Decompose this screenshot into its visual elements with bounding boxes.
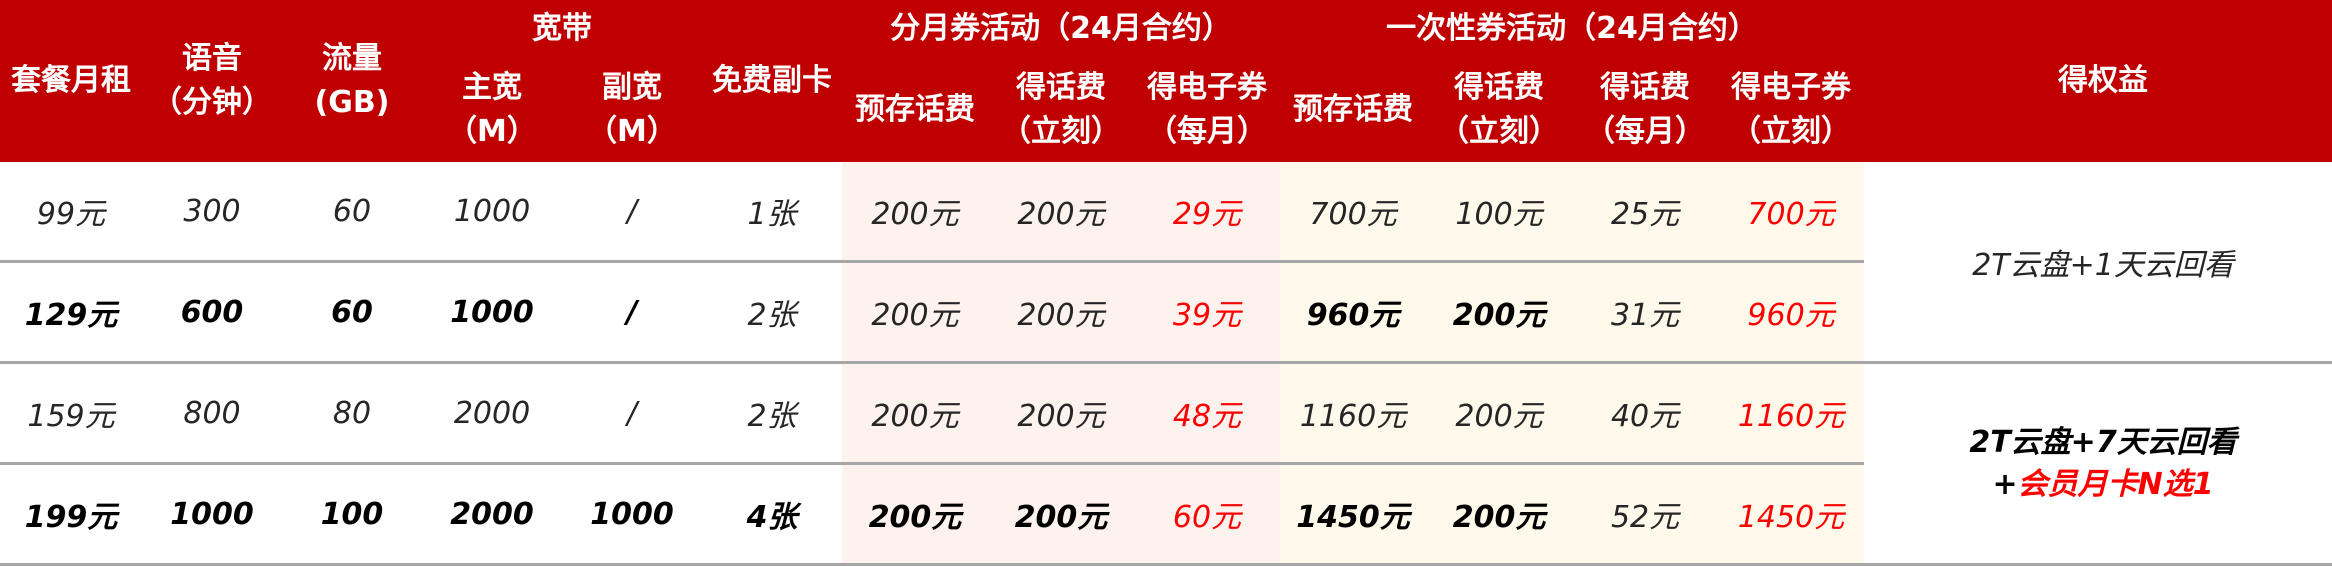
- header-get-fee-2: 得话费 （立刻）: [1426, 58, 1573, 162]
- cell-get-fee-3: 40元: [1572, 362, 1719, 465]
- cell-get-fee-3: 31元: [1572, 261, 1719, 364]
- cell-ecoupon-2: 1450元: [1718, 463, 1865, 566]
- header-onetime-coupon: 一次性券活动（24月合约）: [1280, 0, 1865, 58]
- cell-data: 100: [282, 463, 422, 566]
- cell-get-fee-2: 100元: [1426, 162, 1573, 263]
- header-prestore-2: 预存话费: [1280, 58, 1427, 162]
- header-monthly-fee: 套餐月租: [0, 0, 142, 162]
- cell-main-bw: 1000: [422, 261, 562, 364]
- header-prestore: 预存话费: [842, 58, 988, 162]
- cell-fee: 129元: [0, 261, 142, 364]
- cell-main-bw: 2000: [422, 362, 562, 465]
- cell-main-bw: 1000: [422, 162, 562, 263]
- cell-benefit-1: 2T云盘+1天云回看: [1864, 162, 2332, 364]
- cell-get-fee: 200元: [988, 162, 1134, 263]
- header-main-bw: 主宽 （M）: [422, 58, 562, 162]
- cell-voice: 1000: [142, 463, 282, 566]
- cell-prestore-2: 1160元: [1280, 362, 1427, 465]
- header-get-fee: 得话费 （立刻）: [988, 58, 1134, 162]
- cell-get-fee-2: 200元: [1426, 362, 1573, 465]
- header-monthly-coupon: 分月券活动（24月合约）: [842, 0, 1281, 58]
- cell-main-bw: 2000: [422, 463, 562, 566]
- cell-ecoupon-monthly: 29元: [1134, 162, 1281, 263]
- cell-sub-bw: /: [562, 261, 702, 364]
- cell-free-card: 2张: [702, 362, 842, 465]
- cell-prestore-2: 1450元: [1280, 463, 1427, 566]
- cell-benefit-2: 2T云盘+7天云回看 +会员月卡N选1: [1864, 362, 2332, 566]
- cell-get-fee-2: 200元: [1426, 463, 1573, 566]
- cell-get-fee: 200元: [988, 463, 1134, 566]
- cell-voice: 800: [142, 362, 282, 465]
- cell-get-fee-3: 25元: [1572, 162, 1719, 263]
- cell-free-card: 1张: [702, 162, 842, 263]
- plan-table: 套餐月租 语音 （分钟） 流量 (GB) 宽带 免费副卡 分月券活动（24月合约） …: [0, 0, 2332, 566]
- cell-prestore: 200元: [842, 463, 988, 566]
- cell-ecoupon-2: 1160元: [1718, 362, 1865, 465]
- header-benefit: 得权益: [1864, 0, 2332, 162]
- cell-ecoupon-monthly: 48元: [1134, 362, 1281, 465]
- cell-ecoupon-2: 700元: [1718, 162, 1865, 263]
- benefit-line-1: 2T云盘+7天云回看: [1969, 424, 2237, 460]
- header-get-ecoupon-2: 得电子券 （立刻）: [1718, 58, 1865, 162]
- header-sub-bw: 副宽 （M）: [562, 58, 702, 162]
- cell-prestore-2: 700元: [1280, 162, 1427, 263]
- table-row: 159元 800 80 2000 / 2张 200元 200元 48元 1160…: [0, 362, 2332, 566]
- cell-data: 60: [282, 162, 422, 263]
- cell-get-fee: 200元: [988, 261, 1134, 364]
- cell-sub-bw: 1000: [562, 463, 702, 566]
- cell-get-fee-3: 52元: [1572, 463, 1719, 566]
- cell-free-card: 4张: [702, 463, 842, 566]
- cell-fee: 199元: [0, 463, 142, 566]
- cell-data: 60: [282, 261, 422, 364]
- cell-get-fee-2: 200元: [1426, 261, 1573, 364]
- cell-get-fee: 200元: [988, 362, 1134, 465]
- header-broadband: 宽带: [422, 0, 702, 58]
- cell-sub-bw: /: [562, 162, 702, 263]
- cell-prestore-2: 960元: [1280, 261, 1427, 364]
- header-free-card: 免费副卡: [702, 0, 842, 162]
- cell-data: 80: [282, 362, 422, 465]
- cell-prestore: 200元: [842, 162, 988, 263]
- header-voice: 语音 （分钟）: [142, 0, 282, 162]
- cell-prestore: 200元: [842, 362, 988, 465]
- benefit-line-2: +会员月卡N选1: [1992, 466, 2214, 502]
- cell-prestore: 200元: [842, 261, 988, 364]
- header-get-ecoupon-monthly: 得电子券 （每月）: [1134, 58, 1281, 162]
- cell-sub-bw: /: [562, 362, 702, 465]
- cell-ecoupon-monthly: 60元: [1134, 463, 1281, 566]
- cell-ecoupon-monthly: 39元: [1134, 261, 1281, 364]
- cell-fee: 159元: [0, 362, 142, 465]
- table-row: 99元 300 60 1000 / 1张 200元 200元 29元 700元 …: [0, 162, 2332, 364]
- benefit-highlight: 会员月卡N选1: [2017, 466, 2214, 502]
- header-get-fee-3: 得话费 （每月）: [1572, 58, 1719, 162]
- cell-voice: 300: [142, 162, 282, 263]
- cell-free-card: 2张: [702, 261, 842, 364]
- cell-voice: 600: [142, 261, 282, 364]
- cell-fee: 99元: [0, 162, 142, 263]
- header-data: 流量 (GB): [282, 0, 422, 162]
- cell-ecoupon-2: 960元: [1718, 261, 1865, 364]
